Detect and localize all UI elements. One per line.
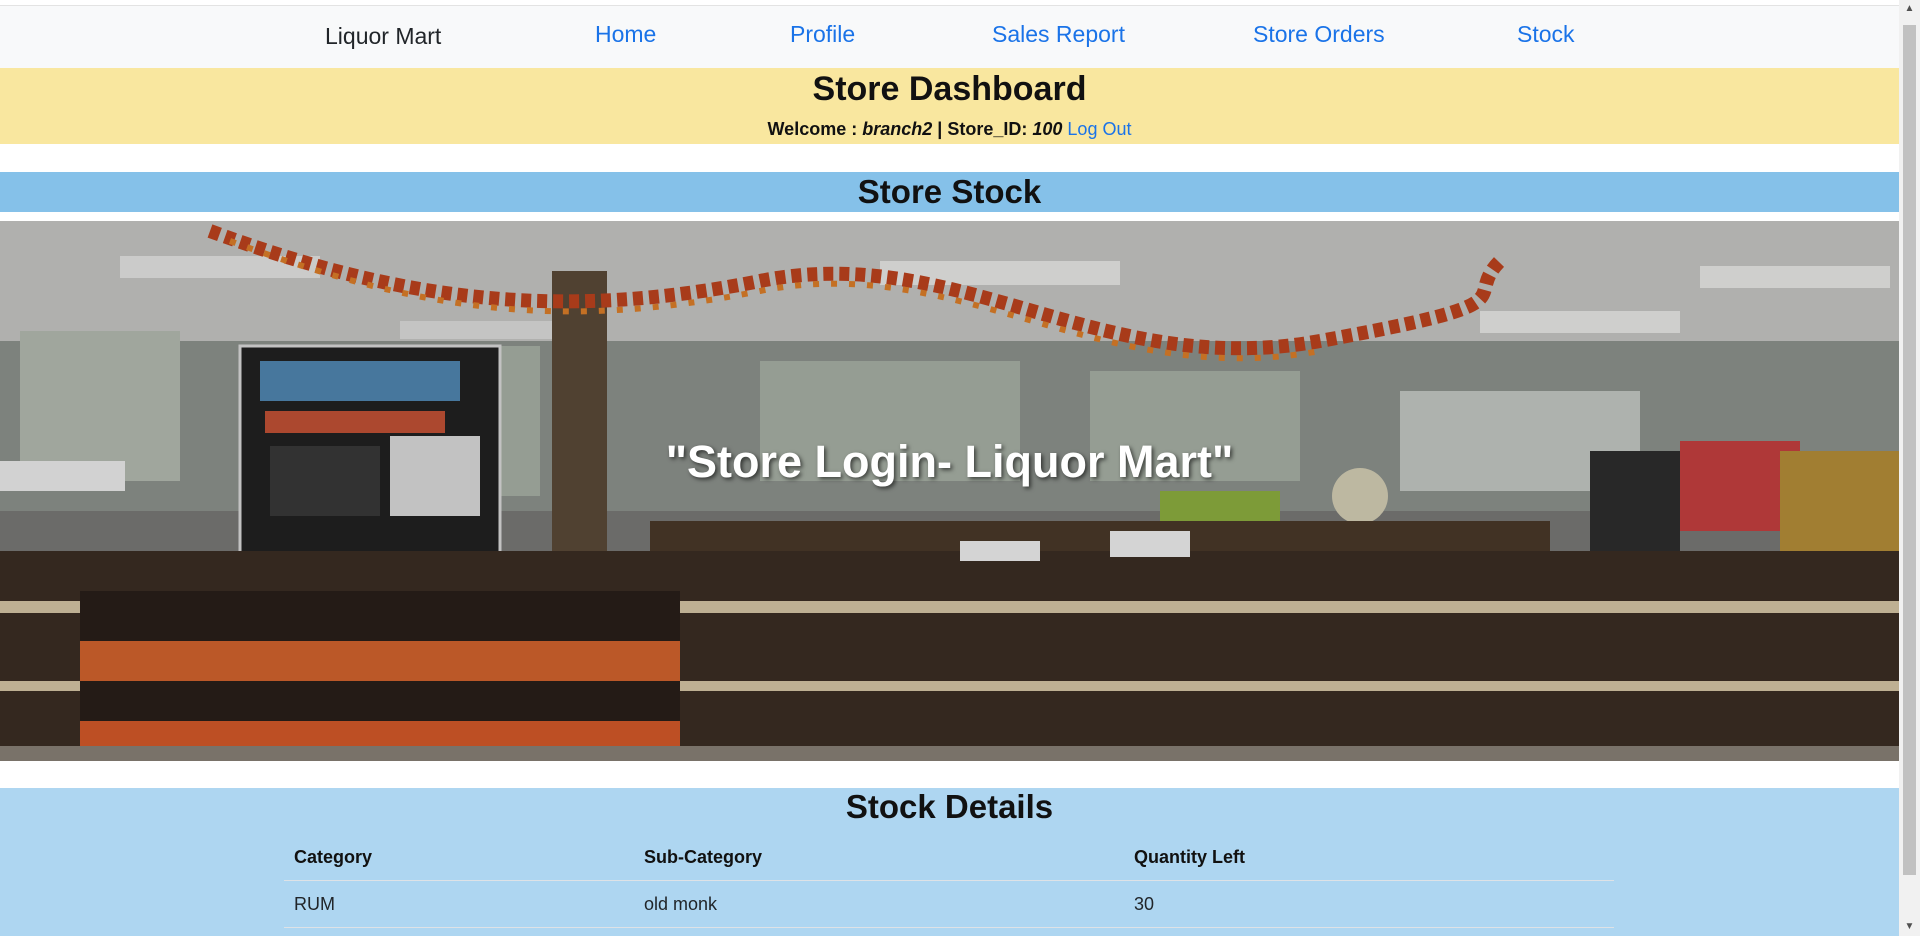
hero-store-image: "Store Login- Liquor Mart": [0, 221, 1899, 761]
username: branch2: [862, 119, 933, 139]
scrollbar-thumb[interactable]: [1903, 25, 1916, 875]
nav-link-sales-report[interactable]: Sales Report: [992, 21, 1125, 48]
cell-sub-category: old monk: [634, 880, 1124, 928]
hero-caption: "Store Login- Liquor Mart": [665, 436, 1234, 487]
page: Liquor Mart Home Profile Sales Report St…: [0, 0, 1899, 936]
store-id-label: | Store_ID:: [937, 119, 1028, 139]
logout-link[interactable]: Log Out: [1067, 119, 1131, 139]
cell-quantity-left: 30: [1124, 880, 1614, 928]
table-header-row: Category Sub-Category Quantity Left: [284, 834, 1614, 881]
welcome-line: Welcome : branch2 | Store_ID: 100 Log Ou…: [0, 119, 1899, 140]
navbar: Liquor Mart Home Profile Sales Report St…: [0, 5, 1899, 68]
stock-details-title: Stock Details: [845, 788, 1054, 825]
cell-category: RUM: [284, 880, 634, 928]
scroll-down-arrow-icon[interactable]: ▼: [1899, 918, 1920, 936]
nav-link-stock[interactable]: Stock: [1517, 21, 1575, 48]
column-header-sub-category: Sub-Category: [634, 834, 1124, 881]
dashboard-header: Store Dashboard Welcome : branch2 | Stor…: [0, 68, 1899, 144]
scroll-up-arrow-icon[interactable]: ▲: [1899, 0, 1920, 18]
nav-link-profile[interactable]: Profile: [790, 21, 855, 48]
store-stock-header: Store Stock: [0, 172, 1899, 212]
column-header-category: Category: [284, 834, 634, 881]
table-row: RUM old monk 30: [284, 880, 1614, 928]
store-photo-illustration: [0, 221, 1899, 761]
nav-link-store-orders[interactable]: Store Orders: [1253, 21, 1385, 48]
vertical-scrollbar[interactable]: ▲ ▼: [1899, 0, 1920, 936]
stock-details-section: Stock Details Category Sub-Category Quan…: [0, 788, 1899, 936]
column-header-quantity-left: Quantity Left: [1124, 834, 1614, 881]
stock-table: Category Sub-Category Quantity Left RUM …: [284, 834, 1614, 928]
welcome-prefix: Welcome :: [767, 119, 858, 139]
store-id: 100: [1032, 119, 1063, 139]
brand-logo[interactable]: Liquor Mart: [325, 23, 441, 50]
nav-link-home[interactable]: Home: [595, 21, 656, 48]
store-stock-title: Store Stock: [857, 173, 1042, 210]
dashboard-title: Store Dashboard: [812, 70, 1087, 108]
